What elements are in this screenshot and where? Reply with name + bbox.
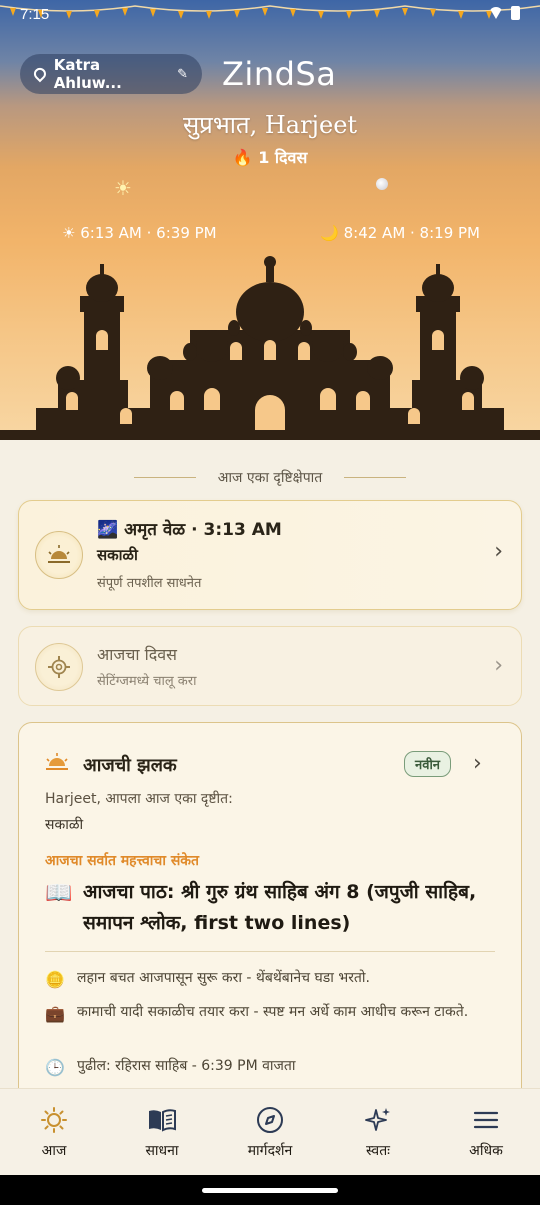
compass-icon <box>216 1105 324 1135</box>
chevron-right-icon: › <box>494 653 503 678</box>
section-title: आज एका दृष्टिक्षेपात <box>0 468 540 487</box>
tip-item: 💼 कामाची यादी सकाळीच तयार करा - स्पष्ट म… <box>45 1001 495 1024</box>
amrit-vela-card[interactable]: 🌌 अमृत वेळ · 3:13 AM सकाळी संपूर्ण तपशील… <box>18 500 522 610</box>
today-reading: आजचा पाठ: श्री गुरु ग्रंथ साहिब अंग 8 (ज… <box>83 881 477 934</box>
amrit-vela-description: संपूर्ण तपशील साधनेत <box>97 576 202 591</box>
location-pin-icon <box>31 65 49 83</box>
briefcase-icon: 💼 <box>45 1004 65 1023</box>
today-day-card[interactable]: आजचा दिवस सेटिंग्जमध्ये चालू करा › <box>18 626 522 706</box>
edit-pencil-icon: ✎ <box>177 66 188 82</box>
tip-text: कामाची यादी सकाळीच तयार करा - स्पष्ट मन … <box>77 1004 469 1020</box>
location-button[interactable]: Katra Ahluw... ✎ <box>20 54 202 94</box>
new-badge: नवीन <box>404 751 452 777</box>
clock-icon: 🕒 <box>45 1058 65 1077</box>
tab-today[interactable]: आज <box>0 1105 108 1178</box>
sparkles-icon <box>324 1105 432 1135</box>
chevron-right-icon[interactable]: › <box>473 751 482 776</box>
palace-silhouette <box>0 256 540 440</box>
tip-text: लहान बचत आजपासून सुरू करा - थेंबथेंबानेच… <box>77 970 370 986</box>
tab-label: अधिक <box>469 1143 503 1159</box>
sunrise-icon <box>35 531 83 579</box>
battery-icon <box>511 6 520 20</box>
today-day-description: सेटिंग्जमध्ये चालू करा <box>97 674 197 689</box>
menu-icon <box>432 1105 540 1135</box>
tip-item: 🕒 पुढील: रहिरास साहिब - 6:39 PM वाजता <box>45 1055 495 1078</box>
book-icon: 📖 <box>45 881 73 906</box>
system-nav-bar <box>0 1175 540 1205</box>
home-indicator[interactable] <box>202 1188 338 1193</box>
daily-glimpse-intro: Harjeet, आपला आज एका दृष्टीत: <box>45 791 233 807</box>
hero-header: 7:15 Katra Ahluw... ✎ ZindSa सुप्रभात, H… <box>0 0 540 440</box>
sun-icon <box>0 1105 108 1135</box>
tab-label: स्वतः <box>365 1143 391 1159</box>
status-time: 7:15 <box>20 6 50 23</box>
tab-label: साधना <box>145 1143 179 1159</box>
tip-text: पुढील: रहिरास साहिब - 6:39 PM वाजता <box>77 1058 296 1074</box>
sun-position-icon: ☀ <box>114 176 132 200</box>
status-icons <box>489 6 520 20</box>
tip-item: 🪙 लहान बचत आजपासून सुरू करा - थेंबथेंबान… <box>45 967 495 990</box>
app-brand: ZindSa <box>222 55 337 93</box>
location-label: Katra Ahluw... <box>53 56 122 92</box>
daily-glimpse-title: आजची झलक <box>83 755 177 776</box>
tab-more[interactable]: अधिक <box>432 1105 540 1160</box>
divider <box>45 951 495 952</box>
bottom-tab-bar: आज साधना मार्गदर्शन स्वतः अधिक <box>0 1088 540 1178</box>
tab-guidance[interactable]: मार्गदर्शन <box>216 1105 324 1160</box>
sun-times: ☀ 6:13 AM · 6:39 PM <box>62 224 217 242</box>
moon-position-icon <box>376 178 388 190</box>
main-content: आज एका दृष्टिक्षेपात 🌌 अमृत वेळ · 3:13 A… <box>0 440 540 1088</box>
chevron-right-icon: › <box>494 539 503 564</box>
amrit-vela-title: 🌌 अमृत वेळ · 3:13 AM <box>97 520 282 540</box>
sunrise-icon <box>45 753 69 778</box>
tab-label: मार्गदर्शन <box>247 1143 293 1159</box>
tab-label: आज <box>41 1143 67 1159</box>
today-day-title: आजचा दिवस <box>97 645 177 664</box>
wifi-icon <box>489 7 503 19</box>
daily-glimpse-period: सकाळी <box>45 817 84 833</box>
greeting: सुप्रभात, Harjeet <box>182 111 358 139</box>
daily-glimpse-card[interactable]: आजची झलक नवीन › Harjeet, आपला आज एका दृष… <box>18 722 522 1088</box>
bunting-decoration <box>0 5 540 19</box>
book-icon <box>108 1105 216 1135</box>
tab-sadhana[interactable]: साधना <box>108 1105 216 1160</box>
tab-self[interactable]: स्वतः <box>324 1105 432 1160</box>
coin-icon: 🪙 <box>45 970 65 989</box>
amrit-vela-period: सकाळी <box>97 546 138 564</box>
gear-icon <box>35 643 83 691</box>
signal-label: आजचा सर्वात महत्त्वाचा संकेत <box>45 853 200 869</box>
streak-badge: 🔥 1 दिवस <box>232 148 308 167</box>
moon-times: 🌙 8:42 AM · 8:19 PM <box>320 224 480 242</box>
